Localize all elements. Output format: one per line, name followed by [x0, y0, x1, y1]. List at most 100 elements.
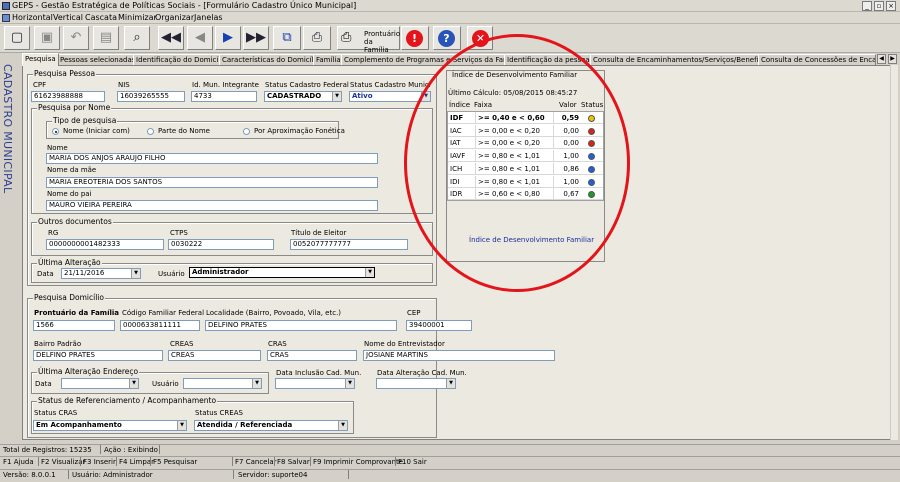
data-alteracao-cad-select[interactable]: ▼: [376, 378, 456, 389]
tab-pesquisa[interactable]: Pesquisa: [22, 53, 59, 66]
restore-button[interactable]: ▫: [874, 1, 884, 11]
tab-scroll-left-icon[interactable]: ◀: [877, 54, 886, 64]
radio-fonetica[interactable]: [243, 128, 250, 135]
print-button[interactable]: ⎙: [303, 26, 331, 50]
tab-caracteristicas-domicilio[interactable]: Características do Domicílio: [219, 54, 323, 65]
radio-parte-nome[interactable]: [147, 128, 154, 135]
help-button[interactable]: ?: [433, 26, 461, 50]
tab-familia[interactable]: Família: [313, 54, 344, 65]
idf-row[interactable]: IDF >= 0,40 e < 0,60 0,59: [448, 112, 603, 124]
app-icon: [2, 2, 10, 10]
windows-button[interactable]: ⧉: [273, 26, 301, 50]
menu-cascata[interactable]: Cascata: [85, 13, 117, 23]
acao-status: Ação : Exibindo: [104, 446, 158, 454]
titulo-eleitor-input[interactable]: 0052077777777: [290, 239, 408, 250]
idf-row[interactable]: IAT >= 0,00 e < 0,20 0,00: [448, 137, 603, 150]
rg-input[interactable]: 0000000001482333: [46, 239, 164, 250]
tab-identificacao-pessoa[interactable]: Identificação da pessoa: [504, 54, 593, 65]
prev-record-button[interactable]: ◀: [187, 26, 213, 50]
idf-faixa: >= 0,60 e < 0,80: [475, 188, 540, 201]
tab-scroll-right-icon[interactable]: ▶: [888, 54, 897, 64]
idf-row[interactable]: IAVF >= 0,80 e < 1,01 1,00: [448, 150, 603, 163]
shortcut-f4: F4 Limpar: [119, 458, 154, 466]
minimize-button[interactable]: _: [862, 1, 872, 11]
tipo-pesquisa-title: Tipo de pesquisa: [52, 116, 118, 126]
id-mun-label: Id. Mun. Integrante: [192, 81, 259, 89]
prontuario-familia-button[interactable]: ⎙ Prontuário da Família: [337, 26, 401, 54]
pesquisa-por-nome-title: Pesquisa por Nome: [37, 103, 112, 113]
shortcut-f9: F9 Imprimir Comprovante: [313, 458, 404, 466]
localidade-input[interactable]: DELFINO PRATES: [205, 320, 397, 331]
delete-button[interactable]: ▤: [93, 26, 119, 50]
cpf-input[interactable]: 61623988888: [31, 91, 105, 102]
menu-janelas[interactable]: Janelas: [194, 13, 223, 23]
status-dot-icon: [588, 140, 595, 148]
cep-input[interactable]: 39400001: [406, 320, 472, 331]
status-creas-select[interactable]: Atendida / Referenciada ▼: [194, 420, 348, 431]
save-icon: ▣: [40, 30, 54, 45]
tab-pessoas-selecionadas[interactable]: Pessoas selecionadas: [57, 54, 139, 65]
data-alteracao-input[interactable]: 21/11/2016 ▼: [61, 268, 141, 279]
status-federal-value: CADASTRADO: [267, 92, 322, 100]
search-button[interactable]: ⌕: [124, 26, 150, 50]
help-icon: ?: [438, 30, 455, 47]
endereco-data-select[interactable]: ▼: [61, 378, 139, 389]
tab-consulta-concessoes[interactable]: Consulta de Concessões de Encaminha: [758, 54, 876, 65]
idf-valor: 0,00: [553, 137, 579, 150]
pai-input[interactable]: MAURO VIEIRA PEREIRA: [46, 200, 378, 211]
undo-button[interactable]: ↶: [63, 26, 89, 50]
status-creas-value: Atendida / Referenciada: [197, 421, 293, 429]
idf-row[interactable]: IDI >= 0,80 e < 1,01 1,00: [448, 175, 603, 188]
familia-button-label-1: Prontuário: [364, 30, 401, 38]
mae-input[interactable]: MARIA EREOTERIA DOS SANTOS: [46, 177, 378, 188]
idf-row[interactable]: IDR >= 0,60 e < 0,80 0,67: [448, 188, 603, 201]
chevron-down-icon: ▼: [252, 379, 261, 388]
next-record-button[interactable]: ▶: [215, 26, 241, 50]
data-inclusao-select[interactable]: ▼: [275, 378, 355, 389]
radio-nome-iniciar[interactable]: [52, 128, 59, 135]
entrevistador-input[interactable]: JOSIANE MARTINS: [363, 350, 555, 361]
status-municipal-select[interactable]: Ativo ▼: [349, 91, 431, 102]
close-window-button[interactable]: ×: [886, 1, 896, 11]
creas-label: CREAS: [170, 340, 194, 348]
first-record-button[interactable]: ◀◀: [158, 26, 184, 50]
prontuario-input[interactable]: 1566: [33, 320, 115, 331]
idf-valor: 0,00: [553, 124, 579, 137]
save-button[interactable]: ▣: [34, 26, 60, 50]
alert-button[interactable]: !: [401, 26, 429, 50]
next-icon: ▶: [223, 30, 233, 45]
tab-identificacao-domicilio[interactable]: Identificação do Domicílio: [133, 54, 230, 65]
usuario-label: Usuário: [158, 270, 185, 278]
ctps-input[interactable]: 0030222: [168, 239, 274, 250]
endereco-usuario-select[interactable]: ▼: [183, 378, 262, 389]
nis-input[interactable]: 16039265555: [117, 91, 185, 102]
creas-input[interactable]: CREAS: [168, 350, 261, 361]
vertical-scrollbar[interactable]: [890, 65, 898, 440]
new-document-button[interactable]: ▢: [4, 26, 30, 50]
tab-complemento-programas[interactable]: Complemento de Programas e Serviços da F…: [341, 54, 523, 65]
menu-minimizar[interactable]: Minimizar: [118, 13, 157, 23]
idf-table: IDF >= 0,40 e < 0,60 0,59 IAC >= 0,00 e < 0,…: [447, 111, 604, 201]
tab-consulta-encaminhamentos[interactable]: Consulta de Encaminhamentos/Serviços/Ben…: [590, 54, 776, 65]
total-registros: Total de Registros: 15235: [3, 446, 92, 454]
menu-vertical[interactable]: Vertical: [53, 13, 83, 23]
usuario-select[interactable]: Administrador ▼: [189, 267, 375, 278]
search-icon: ⌕: [133, 30, 141, 45]
last-record-button[interactable]: ▶▶: [243, 26, 269, 50]
side-label: CADASTRO MUNICIPAL: [1, 64, 21, 193]
status-cras-select[interactable]: Em Acompanhamento ▼: [33, 420, 187, 431]
menu-horizontal[interactable]: Horizontal: [12, 13, 53, 23]
menu-organizar[interactable]: Organizar: [155, 13, 194, 23]
radio-nome-iniciar-label: Nome (Iniciar com): [63, 127, 130, 135]
idf-row[interactable]: ICH >= 0,80 e < 1,01 0,86: [448, 162, 603, 175]
codigo-familiar-input[interactable]: 0000633811111: [120, 320, 200, 331]
id-mun-input[interactable]: 4733: [191, 91, 257, 102]
bairro-input[interactable]: DELFINO PRATES: [33, 350, 163, 361]
cras-input[interactable]: CRAS: [267, 350, 357, 361]
status-federal-label: Status Cadastro Federal: [265, 81, 349, 89]
idf-row[interactable]: IAC >= 0,00 e < 0,20 0,00: [448, 124, 603, 137]
status-federal-select[interactable]: CADASTRADO ▼: [264, 91, 342, 102]
status-cras-label: Status CRAS: [34, 409, 78, 417]
nome-input[interactable]: MARIA DOS ANJOS ARAUJO FILHO: [46, 153, 378, 164]
exit-button[interactable]: ✕: [467, 26, 493, 50]
